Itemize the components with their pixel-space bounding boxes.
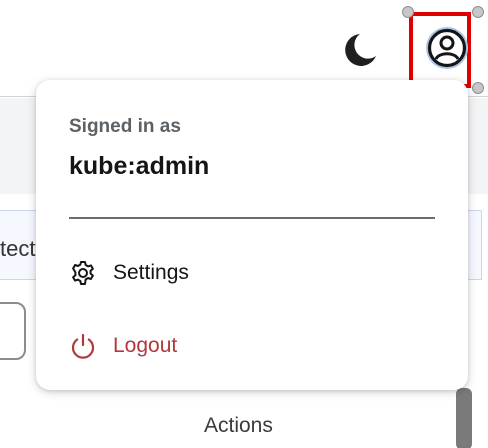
user-circle-icon bbox=[425, 26, 469, 70]
power-icon bbox=[69, 332, 97, 360]
settings-label: Settings bbox=[113, 261, 189, 284]
user-menu-toggle[interactable] bbox=[409, 12, 471, 88]
logout-label: Logout bbox=[113, 334, 178, 357]
screen: tect Actions Signed in as kube:admin Set… bbox=[0, 0, 488, 448]
logout-menu-item[interactable]: Logout bbox=[69, 326, 435, 366]
signed-in-label: Signed in as bbox=[69, 116, 181, 137]
actions-column-header: Actions bbox=[204, 414, 273, 437]
user-dropdown-menu: Signed in as kube:admin Settings Logout bbox=[36, 80, 468, 390]
gear-icon bbox=[69, 259, 97, 287]
menu-divider bbox=[69, 217, 435, 219]
username: kube:admin bbox=[69, 152, 210, 180]
background-button[interactable] bbox=[0, 302, 26, 360]
selection-handle[interactable] bbox=[402, 6, 414, 18]
background-input-text: tect bbox=[0, 236, 36, 261]
selection-handle[interactable] bbox=[472, 6, 484, 18]
scrollbar-thumb[interactable] bbox=[456, 388, 472, 448]
settings-menu-item[interactable]: Settings bbox=[69, 253, 435, 293]
moon-icon[interactable] bbox=[334, 28, 378, 72]
selection-handle[interactable] bbox=[472, 82, 484, 94]
